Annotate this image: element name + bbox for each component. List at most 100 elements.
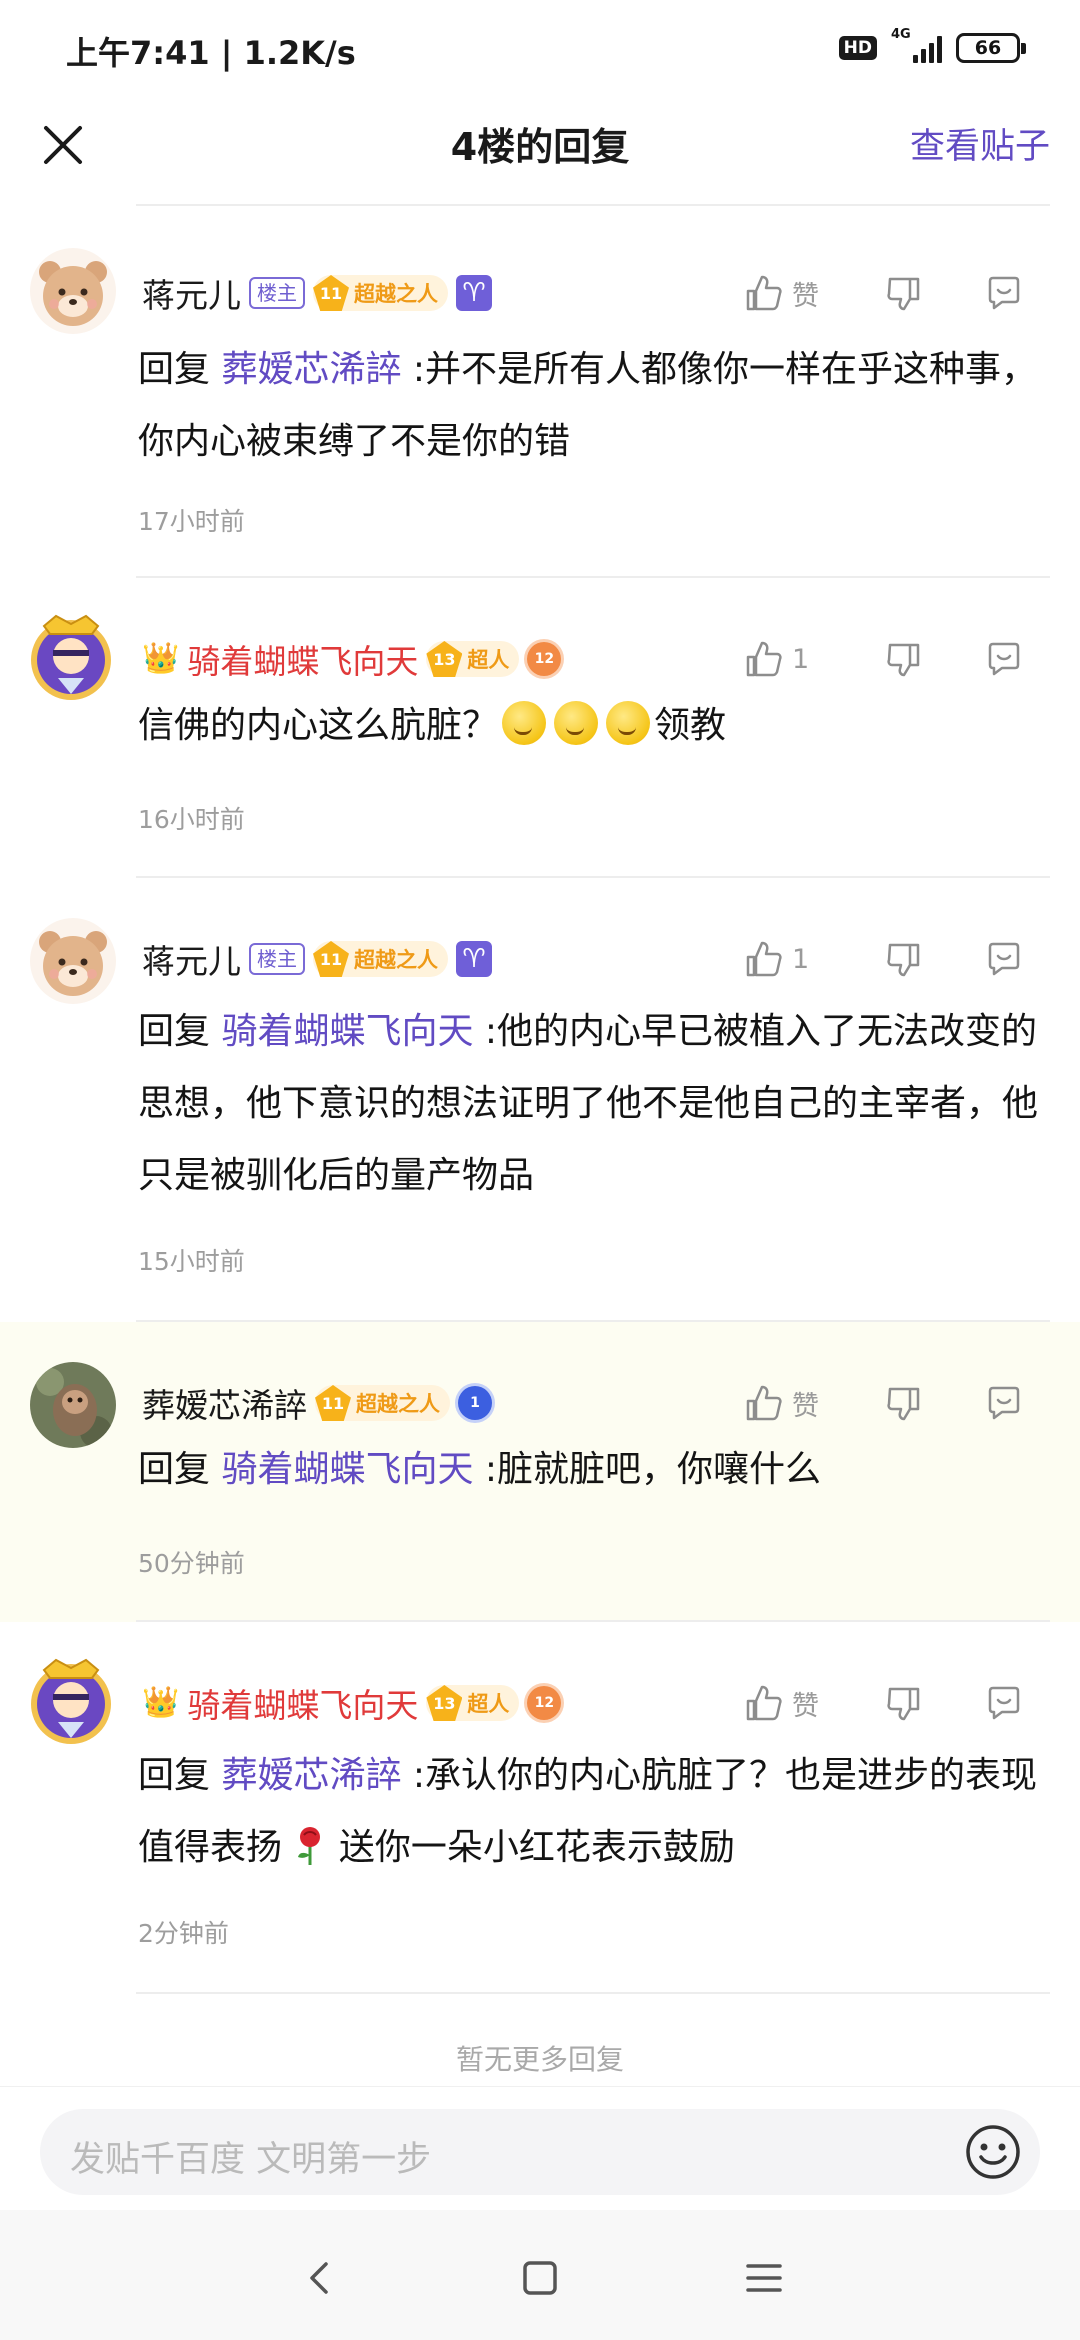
comment-icon bbox=[988, 276, 1020, 310]
mention-link[interactable]: 葬嫒芯浠誶 bbox=[221, 1755, 401, 1796]
reply-item: 👑 骑着蝴蝶飞向天 13 超人 12 赞 回复 葬嫒芯浠誶 :承认你的内心肮脏了… bbox=[0, 1622, 1080, 1994]
mention-link[interactable]: 骑着蝴蝶飞向天 bbox=[221, 1449, 473, 1490]
medal-icon: 12 bbox=[527, 642, 562, 676]
reply-item: 👑 骑着蝴蝶飞向天 13 超人 12 1 信佛的内心这么肮脏？ 领教 16小时前 bbox=[0, 578, 1080, 878]
signal-icon: 4G bbox=[891, 27, 942, 63]
comment-button[interactable] bbox=[954, 939, 1054, 979]
medal-icon: 1 bbox=[458, 1386, 492, 1420]
character-avatar-icon bbox=[22, 608, 120, 706]
username[interactable]: 葬嫒芯浠誶 bbox=[142, 1379, 307, 1427]
aries-zodiac-icon: ♈ bbox=[456, 275, 492, 311]
hd-icon: HD bbox=[838, 36, 877, 60]
battery-icon: 66 bbox=[956, 33, 1026, 63]
comment-icon bbox=[988, 1386, 1020, 1420]
comment-bar: 发贴千百度 文明第一步 bbox=[0, 2086, 1080, 2210]
reply-prefix: 回复 bbox=[138, 1755, 211, 1796]
thumb-up-icon bbox=[746, 641, 782, 677]
system-nav-bar bbox=[0, 2210, 1080, 2340]
avatar[interactable] bbox=[22, 1652, 120, 1750]
user-line: 蒋元儿 楼主 11 超越之人 ♈ bbox=[142, 934, 492, 984]
close-icon bbox=[44, 126, 82, 164]
character-avatar-icon bbox=[22, 1652, 120, 1750]
dislike-button[interactable] bbox=[854, 1383, 954, 1423]
nav-bar: 4楼的回复 查看贴子 bbox=[0, 96, 1080, 206]
reply-item: 蒋元儿 楼主 11 超越之人 ♈ 1 回复 骑着蝴蝶飞向天 :他的内心早已被植入… bbox=[0, 878, 1080, 1322]
home-button[interactable] bbox=[516, 2254, 564, 2302]
reply-prefix: 回复 bbox=[138, 349, 211, 390]
dislike-button[interactable] bbox=[854, 639, 954, 679]
username[interactable]: 蒋元儿 bbox=[142, 935, 241, 983]
status-icons: HD 4G 66 bbox=[838, 27, 1026, 68]
like-button[interactable]: 赞 bbox=[744, 1383, 854, 1423]
comment-button[interactable] bbox=[954, 639, 1054, 679]
back-button[interactable] bbox=[296, 2254, 344, 2302]
thumb-down-icon bbox=[887, 1387, 920, 1421]
reply-actions: 赞 bbox=[744, 268, 1054, 318]
smug-emoji-icon bbox=[606, 701, 651, 745]
thumb-up-icon bbox=[746, 941, 782, 977]
reply-item-highlighted: 葬嫒芯浠誶 11 超越之人 1 赞 回复 骑着蝴蝶飞向天 :脏就脏吧，你嚷什么 … bbox=[0, 1322, 1080, 1622]
dislike-button[interactable] bbox=[854, 939, 954, 979]
like-count: 1 bbox=[792, 643, 810, 675]
medal-icon: 12 bbox=[527, 1686, 562, 1720]
comment-icon bbox=[988, 642, 1020, 676]
view-post-link[interactable]: 查看贴子 bbox=[910, 118, 1050, 169]
user-line: 👑 骑着蝴蝶飞向天 13 超人 12 bbox=[142, 1678, 562, 1728]
level-badge: 11 超越之人 bbox=[313, 275, 448, 311]
thumb-down-icon bbox=[887, 943, 920, 977]
user-line: 👑 骑着蝴蝶飞向天 13 超人 12 bbox=[142, 634, 562, 684]
close-button[interactable] bbox=[38, 120, 88, 170]
thumb-down-icon bbox=[887, 643, 920, 677]
back-icon bbox=[310, 2262, 328, 2294]
username[interactable]: 骑着蝴蝶飞向天 bbox=[187, 1679, 418, 1727]
avatar[interactable] bbox=[30, 1362, 116, 1448]
reply-input-placeholder: 发贴千百度 文明第一步 bbox=[70, 2140, 432, 2180]
smug-emoji-icon bbox=[554, 701, 599, 745]
dislike-button[interactable] bbox=[854, 273, 954, 313]
level-name: 超越之人 bbox=[354, 282, 438, 306]
reply-text: 送你一朵小红花表示鼓励 bbox=[327, 1827, 735, 1868]
status-bar: 上午7:41 | 1.2K/s HD 4G 66 bbox=[0, 0, 1080, 96]
avatar[interactable] bbox=[30, 248, 116, 334]
level-number: 11 bbox=[313, 941, 349, 977]
timestamp: 17小时前 bbox=[138, 507, 245, 536]
reply-actions: 1 bbox=[744, 634, 1054, 684]
timestamp: 2分钟前 bbox=[138, 1919, 229, 1948]
comment-icon bbox=[988, 942, 1020, 976]
timestamp: 50分钟前 bbox=[138, 1549, 245, 1578]
emoji-button[interactable] bbox=[964, 2123, 1022, 2181]
like-button[interactable]: 赞 bbox=[744, 273, 854, 313]
comment-icon bbox=[988, 1686, 1020, 1720]
menu-button[interactable] bbox=[740, 2254, 788, 2302]
level-name: 超越之人 bbox=[356, 1392, 440, 1416]
bear-avatar-icon bbox=[30, 918, 116, 1004]
avatar[interactable] bbox=[22, 608, 120, 706]
comment-button[interactable] bbox=[954, 1683, 1054, 1723]
thumb-up-icon bbox=[746, 275, 782, 311]
dislike-button[interactable] bbox=[854, 1683, 954, 1723]
avatar[interactable] bbox=[30, 918, 116, 1004]
mention-link[interactable]: 骑着蝴蝶飞向天 bbox=[221, 1011, 473, 1052]
status-time: 上午7:41 | 1.2K/s bbox=[66, 34, 356, 72]
reply-input[interactable]: 发贴千百度 文明第一步 bbox=[40, 2109, 1040, 2195]
like-button[interactable]: 1 bbox=[744, 639, 854, 679]
menu-icon bbox=[746, 2264, 782, 2292]
mention-link[interactable]: 葬嫒芯浠誶 bbox=[221, 349, 401, 390]
like-button[interactable]: 赞 bbox=[744, 1683, 854, 1723]
username[interactable]: 蒋元儿 bbox=[142, 269, 241, 317]
level-number: 13 bbox=[426, 641, 463, 677]
reply-actions: 赞 bbox=[744, 1378, 1054, 1428]
comment-button[interactable] bbox=[954, 273, 1054, 313]
reply-content: 回复 骑着蝴蝶飞向天 :他的内心早已被植入了无法改变的思想，他下意识的想法证明了… bbox=[138, 996, 1054, 1212]
like-count: 赞 bbox=[792, 1390, 819, 1422]
level-number: 13 bbox=[426, 1685, 463, 1721]
reply-actions: 1 bbox=[744, 934, 1054, 984]
reply-prefix: 回复 bbox=[138, 1449, 211, 1490]
no-more-replies: 暂无更多回复 bbox=[455, 2043, 624, 2076]
level-name: 超人 bbox=[467, 648, 510, 672]
reply-actions: 赞 bbox=[744, 1678, 1054, 1728]
like-button[interactable]: 1 bbox=[744, 939, 854, 979]
comment-button[interactable] bbox=[954, 1383, 1054, 1423]
aries-zodiac-icon: ♈ bbox=[456, 941, 492, 977]
username[interactable]: 骑着蝴蝶飞向天 bbox=[187, 635, 418, 683]
